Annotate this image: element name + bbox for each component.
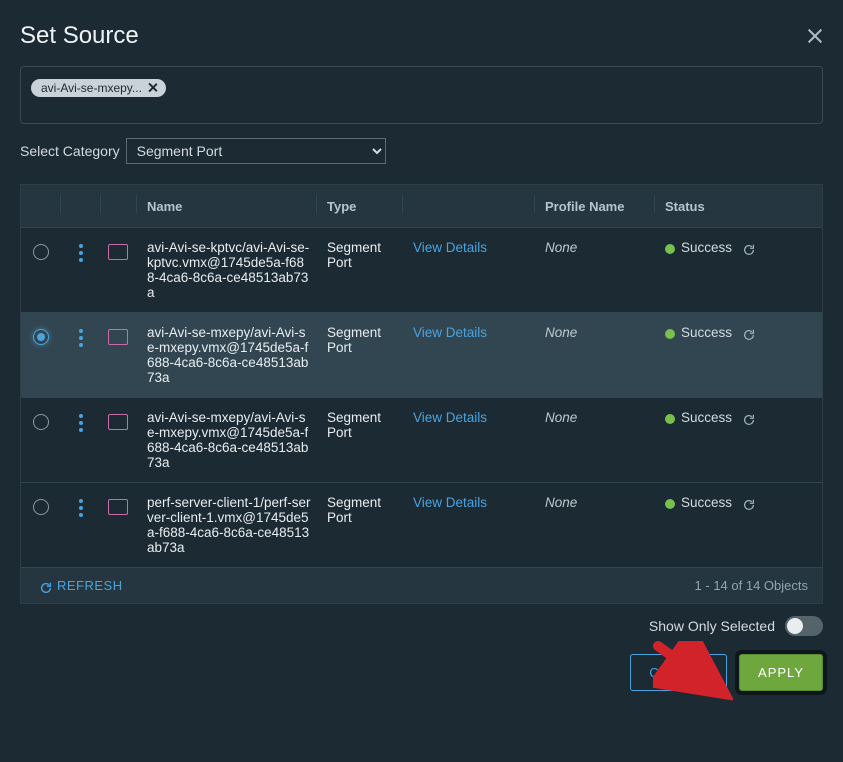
- row-profile: None: [535, 325, 655, 385]
- row-menu-icon[interactable]: [79, 414, 83, 432]
- status-refresh-icon[interactable]: [742, 243, 754, 255]
- show-only-selected-toggle[interactable]: [785, 616, 823, 636]
- row-name: avi-Avi-se-kptvc/avi-Avi-se-kptvc.vmx@17…: [137, 240, 317, 300]
- status-dot-icon: [665, 499, 675, 509]
- sources-table: Name Type Profile Name Status avi-Avi-se…: [20, 184, 823, 604]
- row-radio[interactable]: [33, 499, 49, 515]
- segment-port-icon: [110, 331, 128, 345]
- row-profile: None: [535, 495, 655, 555]
- category-label: Select Category: [20, 143, 120, 159]
- view-details-link[interactable]: View Details: [413, 325, 487, 340]
- col-name: Name: [137, 195, 317, 213]
- segment-port-icon: [110, 246, 128, 260]
- cancel-button[interactable]: CANCEL: [630, 654, 727, 691]
- view-details-link[interactable]: View Details: [413, 495, 487, 510]
- row-radio[interactable]: [33, 329, 49, 345]
- dialog-title: Set Source: [20, 22, 139, 50]
- table-row[interactable]: perf-server-client-1/perf-server-client-…: [21, 483, 822, 567]
- row-name: avi-Avi-se-mxepy/avi-Avi-se-mxepy.vmx@17…: [137, 325, 317, 385]
- status-dot-icon: [665, 244, 675, 254]
- row-radio[interactable]: [33, 414, 49, 430]
- col-status: Status: [655, 195, 805, 213]
- table-row[interactable]: avi-Avi-se-mxepy/avi-Avi-se-mxepy.vmx@17…: [21, 398, 822, 483]
- row-type: Segment Port: [317, 495, 403, 555]
- status-dot-icon: [665, 329, 675, 339]
- category-select[interactable]: Segment Port: [126, 138, 386, 164]
- object-count: 1 - 14 of 14 Objects: [695, 578, 808, 593]
- chip-label: avi-Avi-se-mxepy...: [41, 81, 142, 95]
- show-only-selected-label: Show Only Selected: [649, 618, 775, 634]
- view-details-link[interactable]: View Details: [413, 240, 487, 255]
- status-refresh-icon[interactable]: [742, 498, 754, 510]
- row-profile: None: [535, 410, 655, 470]
- segment-port-icon: [110, 501, 128, 515]
- row-type: Segment Port: [317, 410, 403, 470]
- row-menu-icon[interactable]: [79, 499, 83, 517]
- row-radio[interactable]: [33, 244, 49, 260]
- row-status: Success: [681, 495, 732, 510]
- row-menu-icon[interactable]: [79, 244, 83, 262]
- status-refresh-icon[interactable]: [742, 328, 754, 340]
- source-chip: avi-Avi-se-mxepy...: [31, 79, 166, 97]
- table-header: Name Type Profile Name Status: [21, 185, 822, 228]
- table-row[interactable]: avi-Avi-se-mxepy/avi-Avi-se-mxepy.vmx@17…: [21, 313, 822, 398]
- close-icon[interactable]: [807, 28, 823, 44]
- row-menu-icon[interactable]: [79, 329, 83, 347]
- row-profile: None: [535, 240, 655, 300]
- row-type: Segment Port: [317, 325, 403, 385]
- col-profile: Profile Name: [535, 195, 655, 213]
- row-status: Success: [681, 410, 732, 425]
- set-source-dialog: Set Source avi-Avi-se-mxepy... Select Ca…: [0, 0, 843, 762]
- refresh-icon: [39, 581, 51, 593]
- view-details-link[interactable]: View Details: [413, 410, 487, 425]
- table-row[interactable]: avi-Avi-se-kptvc/avi-Avi-se-kptvc.vmx@17…: [21, 228, 822, 313]
- refresh-label: REFRESH: [57, 578, 123, 593]
- refresh-button[interactable]: REFRESH: [35, 578, 123, 593]
- row-name: avi-Avi-se-mxepy/avi-Avi-se-mxepy.vmx@17…: [137, 410, 317, 470]
- apply-button[interactable]: APPLY: [739, 654, 823, 691]
- chip-remove-icon[interactable]: [148, 83, 158, 93]
- selected-sources-box[interactable]: avi-Avi-se-mxepy...: [20, 66, 823, 124]
- segment-port-icon: [110, 416, 128, 430]
- row-name: perf-server-client-1/perf-server-client-…: [137, 495, 317, 555]
- col-type: Type: [317, 195, 403, 213]
- row-type: Segment Port: [317, 240, 403, 300]
- row-status: Success: [681, 325, 732, 340]
- status-refresh-icon[interactable]: [742, 413, 754, 425]
- status-dot-icon: [665, 414, 675, 424]
- row-status: Success: [681, 240, 732, 255]
